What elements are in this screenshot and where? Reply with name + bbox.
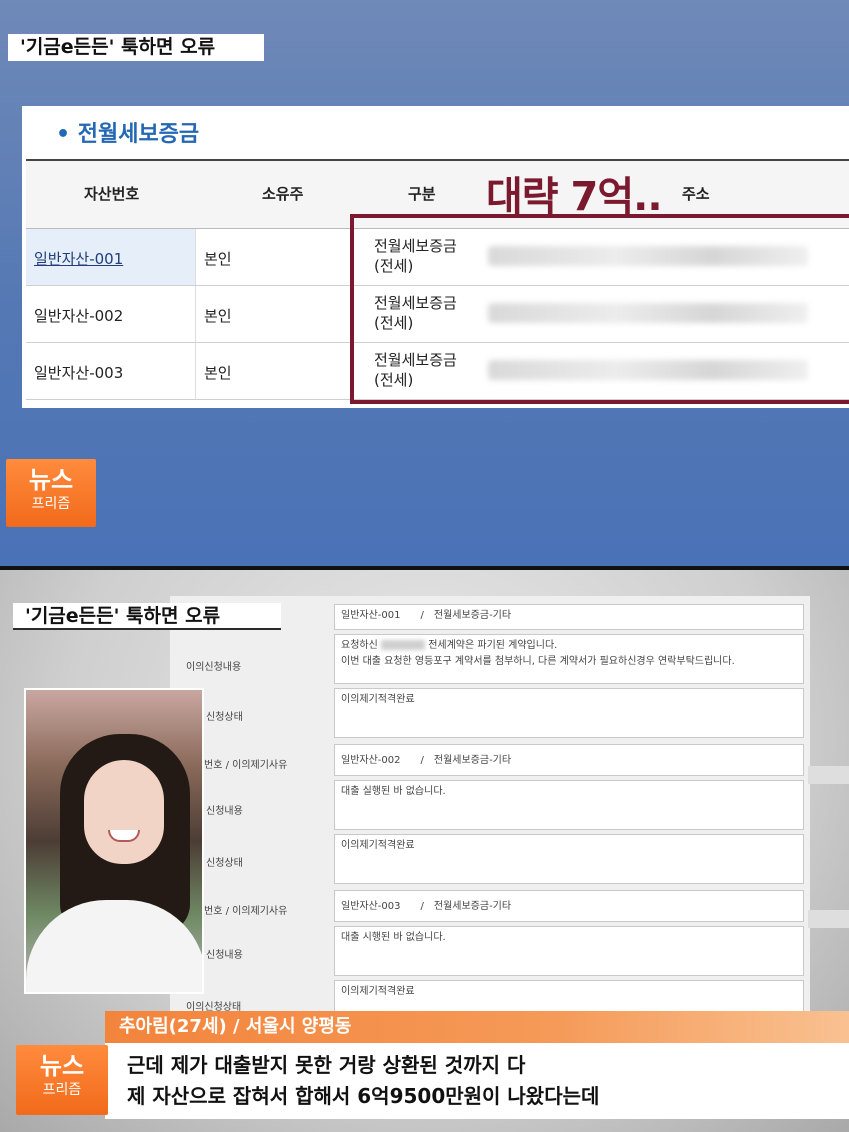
- header-owner: 소유주: [262, 185, 304, 203]
- header-address: 주소: [682, 185, 710, 203]
- status-field[interactable]: 이의제기적격완료: [334, 834, 804, 884]
- content-line: 요청하신 전세계약은 파기된 계약입니다.: [341, 638, 797, 654]
- news-prism-logo: 뉴스 프리즘: [6, 459, 96, 527]
- owner-value: 본인: [204, 307, 232, 325]
- header-type: 구분: [408, 185, 436, 203]
- subtitle-line: 제 자산으로 잡혀서 합해서 6억9500만원이 나왔다는데: [127, 1084, 600, 1108]
- headline-caption: '기금e든든' 툭하면 오류: [8, 34, 264, 61]
- interviewee-photo: [24, 688, 204, 994]
- interviewee-name-tag: 추아림(27세) / 서울시 양평동: [105, 1011, 849, 1043]
- subtitle-line: 근데 제가 대출받지 못한 거랑 상환된 것까지 다: [127, 1053, 526, 1077]
- owner-value: 본인: [204, 250, 232, 268]
- reason-label: 번호 / 이의제기사유: [204, 906, 288, 917]
- logo-line1: 뉴스: [28, 466, 74, 494]
- content-field[interactable]: 대출 시행된 바 없습니다.: [334, 926, 804, 976]
- news-prism-logo: 뉴스 프리즘: [16, 1045, 108, 1115]
- reason-field[interactable]: 일반자산-003 / 전월세보증금-기타: [334, 890, 804, 922]
- content-field[interactable]: 대출 실행된 바 없습니다.: [334, 780, 804, 830]
- content-text: 요청하신: [341, 640, 378, 651]
- edge-block: [808, 910, 849, 928]
- subtitle-box: 근데 제가 대출받지 못한 거랑 상환된 것까지 다 제 자산으로 잡혀서 합해…: [105, 1043, 849, 1119]
- reason-label: 번호 / 이의제기사유: [204, 760, 288, 771]
- content-line: 이번 대출 요청한 영등포구 계약서를 첨부하니, 다른 계약서가 필요하신경우…: [341, 656, 735, 667]
- logo-line1: 뉴스: [39, 1052, 85, 1080]
- status-label: 신청상태: [206, 858, 243, 869]
- content-label: 신청내용: [206, 950, 243, 961]
- content-text: 전세계약은 파기된 계약입니다.: [428, 640, 558, 651]
- photo-face: [84, 760, 164, 864]
- overlay-estimate-text: 대략 7억..: [486, 174, 663, 220]
- asset-link[interactable]: 일반자산-001: [34, 248, 123, 269]
- reason-field[interactable]: 일반자산-002 / 전월세보증금-기타: [334, 744, 804, 776]
- content-label: 신청내용: [206, 806, 243, 817]
- header-asset-number: 자산번호: [84, 185, 140, 203]
- owner-value: 본인: [204, 364, 232, 382]
- asset-link[interactable]: 일반자산-003: [34, 362, 123, 383]
- logo-line2: 프리즘: [31, 496, 71, 512]
- asset-link[interactable]: 일반자산-002: [34, 305, 123, 326]
- section-title: • 전월세보증금: [56, 122, 200, 147]
- content-label: 이의신청내용: [186, 662, 242, 673]
- content-field[interactable]: 요청하신 전세계약은 파기된 계약입니다. 이번 대출 요청한 영등포구 계약서…: [334, 634, 804, 684]
- headline-caption: '기금e든든' 툭하면 오류: [13, 603, 281, 630]
- logo-line2: 프리즘: [42, 1082, 82, 1098]
- reason-field[interactable]: 일반자산-001 / 전월세보증금-기타: [334, 604, 804, 630]
- status-label: 신청상태: [206, 712, 243, 723]
- highlight-box: [350, 214, 849, 404]
- status-field[interactable]: 이의제기적격완료: [334, 688, 804, 738]
- top-news-frame: '기금e든든' 툭하면 오류 • 전월세보증금 자산번호 소유주 구분 주소 일…: [0, 0, 849, 566]
- redacted-text: [381, 640, 425, 650]
- edge-block: [808, 766, 849, 784]
